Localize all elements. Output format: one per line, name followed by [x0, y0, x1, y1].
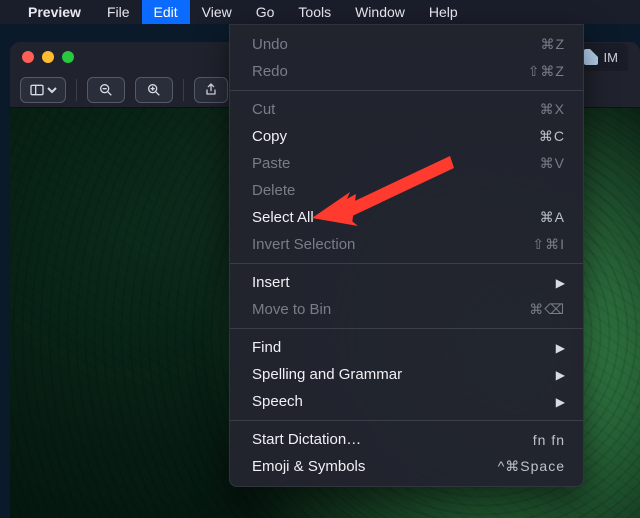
menu-separator: [230, 328, 583, 329]
zoom-in-icon: [146, 82, 162, 98]
menu-item-undo: Undo⌘Z: [230, 31, 583, 58]
menu-item-label: Spelling and Grammar: [252, 366, 556, 383]
window-close-button[interactable]: [22, 51, 34, 63]
share-button[interactable]: [194, 77, 228, 103]
submenu-arrow-icon: ▶: [556, 341, 565, 355]
menu-separator: [230, 263, 583, 264]
menu-separator: [230, 90, 583, 91]
menu-help[interactable]: Help: [417, 0, 470, 24]
menu-item-shortcut: ⌘⌫: [529, 301, 565, 318]
submenu-arrow-icon: ▶: [556, 276, 565, 290]
toolbar-separator: [76, 79, 77, 101]
menu-item-shortcut: ⌘Z: [540, 36, 565, 53]
menu-item-label: Select All: [252, 209, 540, 226]
submenu-arrow-icon: ▶: [556, 368, 565, 382]
menu-item-label: Emoji & Symbols: [252, 458, 498, 475]
document-tab-label: IM: [604, 50, 618, 65]
menu-item-label: Start Dictation…: [252, 431, 533, 448]
chevron-down-icon: [47, 82, 57, 98]
submenu-arrow-icon: ▶: [556, 395, 565, 409]
menu-item-label: Insert: [252, 274, 556, 291]
menu-item-shortcut: fn fn: [533, 432, 565, 448]
menu-item-paste: Paste⌘V: [230, 150, 583, 177]
toolbar-separator: [183, 79, 184, 101]
window-zoom-button[interactable]: [62, 51, 74, 63]
menu-item-start-dictation[interactable]: Start Dictation…fn fn: [230, 426, 583, 453]
sidebar-icon: [29, 82, 45, 98]
menu-item-shortcut: ⌘C: [539, 128, 565, 145]
menu-item-shortcut: ⇧⌘I: [532, 236, 565, 253]
menu-item-cut: Cut⌘X: [230, 96, 583, 123]
menu-item-select-all[interactable]: Select All⌘A: [230, 204, 583, 231]
menu-item-spelling-and-grammar[interactable]: Spelling and Grammar▶: [230, 361, 583, 388]
menu-item-label: Find: [252, 339, 556, 356]
menu-item-copy[interactable]: Copy⌘C: [230, 123, 583, 150]
menu-item-speech[interactable]: Speech▶: [230, 388, 583, 415]
menu-separator: [230, 420, 583, 421]
share-icon: [203, 82, 219, 98]
menu-item-label: Delete: [252, 182, 565, 199]
menu-item-label: Paste: [252, 155, 540, 172]
menu-item-shortcut: ⌘V: [540, 155, 565, 172]
menu-view[interactable]: View: [190, 0, 244, 24]
menu-item-emoji-symbols[interactable]: Emoji & Symbols^⌘Space: [230, 453, 583, 480]
menu-item-label: Cut: [252, 101, 540, 118]
zoom-out-button[interactable]: [87, 77, 125, 103]
menu-item-find[interactable]: Find▶: [230, 334, 583, 361]
document-icon: [584, 49, 598, 65]
menu-item-label: Invert Selection: [252, 236, 532, 253]
menubar: Preview File Edit View Go Tools Window H…: [0, 0, 640, 24]
window-minimize-button[interactable]: [42, 51, 54, 63]
menu-item-shortcut: ⌘A: [540, 209, 565, 226]
edit-menu-dropdown: Undo⌘ZRedo⇧⌘ZCut⌘XCopy⌘CPaste⌘VDeleteSel…: [229, 24, 584, 487]
menu-edit[interactable]: Edit: [142, 0, 190, 24]
menu-item-label: Copy: [252, 128, 539, 145]
app-name[interactable]: Preview: [24, 4, 85, 20]
menu-item-shortcut: ⌘X: [540, 101, 565, 118]
menu-tools[interactable]: Tools: [286, 0, 343, 24]
menu-item-label: Redo: [252, 63, 528, 80]
menu-item-label: Speech: [252, 393, 556, 410]
sidebar-toggle-button[interactable]: [20, 77, 66, 103]
menu-item-label: Move to Bin: [252, 301, 529, 318]
menu-item-insert[interactable]: Insert▶: [230, 269, 583, 296]
menu-item-move-to-bin: Move to Bin⌘⌫: [230, 296, 583, 323]
menu-item-label: Undo: [252, 36, 540, 53]
menu-item-shortcut: ⇧⌘Z: [528, 63, 565, 80]
zoom-in-button[interactable]: [135, 77, 173, 103]
menu-item-invert-selection: Invert Selection⇧⌘I: [230, 231, 583, 258]
menu-item-shortcut: ^⌘Space: [498, 458, 565, 475]
menu-item-delete: Delete: [230, 177, 583, 204]
menu-item-redo: Redo⇧⌘Z: [230, 58, 583, 85]
zoom-out-icon: [98, 82, 114, 98]
menu-go[interactable]: Go: [244, 0, 287, 24]
menu-window[interactable]: Window: [343, 0, 417, 24]
menu-file[interactable]: File: [95, 0, 142, 24]
